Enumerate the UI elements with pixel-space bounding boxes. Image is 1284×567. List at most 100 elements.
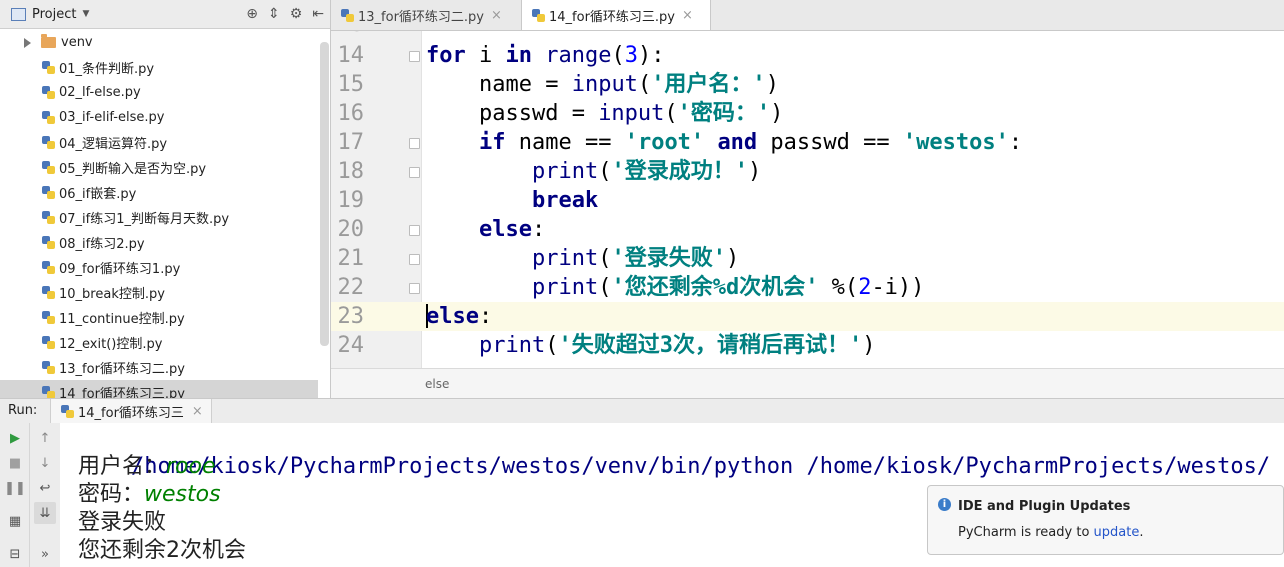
- code-text: break: [426, 186, 598, 215]
- breadcrumb-bar: else: [331, 368, 1284, 398]
- close-icon[interactable]: ×: [491, 8, 502, 23]
- code-token: -i)): [871, 275, 925, 300]
- tree-file[interactable]: 02_lf-else.py: [0, 80, 318, 105]
- code-token: '登录失败': [611, 246, 726, 271]
- fold-marker-icon[interactable]: [409, 51, 420, 62]
- collapse-icon[interactable]: ⇕: [268, 6, 280, 22]
- tree-file[interactable]: 06_if嵌套.py: [0, 180, 318, 205]
- fold-marker-icon[interactable]: [409, 138, 420, 149]
- tree-file[interactable]: 05_判断输入是否为空.py: [0, 155, 318, 180]
- tree-item-label: 11_continue控制.py: [59, 312, 185, 327]
- tree-file[interactable]: 10_break控制.py: [0, 280, 318, 305]
- pin-icon[interactable]: ⊟: [4, 543, 26, 565]
- code-line[interactable]: 18 print('登录成功！'): [331, 157, 1284, 186]
- tree-file[interactable]: 14_for循环练习三.py: [0, 380, 318, 398]
- code-token: '登录成功！': [611, 159, 748, 184]
- code-token: print: [531, 246, 599, 271]
- close-icon[interactable]: ×: [192, 404, 203, 419]
- code-line[interactable]: 22 print('您还剩余%d次机会' %(2-i)): [331, 273, 1284, 302]
- chevron-right-icon[interactable]: [24, 37, 31, 48]
- tree-item-label: 09_for循环练习1.py: [59, 262, 181, 277]
- code-text: for i in range(3):: [426, 41, 664, 70]
- arrow-up-icon[interactable]: ↑: [34, 427, 56, 449]
- locate-icon[interactable]: ⊕: [246, 6, 258, 22]
- code-token: ):: [637, 43, 665, 68]
- tree-file[interactable]: 08_if练习2.py: [0, 230, 318, 255]
- fold-marker-icon[interactable]: [409, 254, 420, 265]
- layout-icon[interactable]: ▦: [4, 510, 26, 532]
- fold-marker-icon[interactable]: [409, 167, 420, 178]
- tree-item-label: 01_条件判断.py: [59, 62, 155, 77]
- code-token: print: [531, 275, 599, 300]
- tab-13[interactable]: 13_for循环练习二.py ×: [331, 0, 521, 30]
- code-token: :: [531, 217, 546, 242]
- gear-icon[interactable]: ⚙: [290, 6, 303, 22]
- code-token: 'westos': [902, 130, 1009, 155]
- scroll-to-end-icon[interactable]: ⇊: [34, 502, 56, 524]
- fold-marker-icon[interactable]: [409, 225, 420, 236]
- code-line[interactable]: 24 print('失败超过3次，请稍后再试！'): [331, 331, 1284, 360]
- tree-file[interactable]: 13_for循环练习二.py: [0, 355, 318, 380]
- code-line[interactable]: 14 for i in range(3):: [331, 41, 1284, 70]
- python-file-icon: [42, 386, 55, 398]
- tab-14[interactable]: 14_for循环练习三.py ×: [521, 0, 711, 30]
- tree-file[interactable]: 01_条件判断.py: [0, 55, 318, 80]
- code-line[interactable]: 17 if name == 'root' and passwd == 'west…: [331, 128, 1284, 157]
- code-line[interactable]: 23 else:: [331, 302, 1284, 331]
- run-tab[interactable]: 14_for循环练习三 ×: [50, 399, 212, 423]
- line-number: 21: [337, 246, 365, 271]
- code-editor[interactable]: 13 14for i in range(3):15 name = input('…: [331, 31, 1284, 368]
- fold-marker-icon[interactable]: [409, 283, 420, 294]
- console-line: 您还剩余2次机会: [78, 538, 246, 563]
- tree-file[interactable]: 09_for循环练习1.py: [0, 255, 318, 280]
- line-number: 24: [337, 333, 365, 358]
- run-toolbar: ▶ ↑ ■ ↓ ❚❚ ↩ ▦ ⇊ ⊟ »: [0, 423, 60, 567]
- rerun-icon[interactable]: ▶: [4, 427, 26, 449]
- pause-icon[interactable]: ❚❚: [4, 477, 26, 499]
- update-link[interactable]: update: [1094, 525, 1140, 540]
- code-token: else: [478, 217, 532, 242]
- code-line[interactable]: 20 else:: [331, 215, 1284, 244]
- breadcrumb[interactable]: else: [425, 377, 449, 391]
- close-icon[interactable]: ×: [682, 8, 693, 23]
- tree-item-label: 02_lf-else.py: [59, 85, 141, 100]
- tree-file[interactable]: 03_if-elif-else.py: [0, 105, 318, 130]
- python-file-icon: [42, 86, 55, 99]
- arrow-down-icon[interactable]: ↓: [34, 452, 56, 474]
- project-title[interactable]: Project: [32, 7, 76, 22]
- code-token: '失败超过3次，请稍后再试！': [558, 333, 863, 358]
- code-line[interactable]: 19 break: [331, 186, 1284, 215]
- code-text: print('您还剩余%d次机会' %(2-i)): [426, 273, 924, 302]
- code-token: break: [531, 188, 599, 213]
- line-number: 15: [337, 72, 365, 97]
- tab-label: 13_for循环练习二.py: [358, 9, 484, 25]
- code-token: name =: [426, 72, 572, 97]
- tree-file[interactable]: 04_逻辑运算符.py: [0, 130, 318, 155]
- python-file-icon: [42, 61, 55, 74]
- chevron-down-icon[interactable]: ▼: [82, 9, 89, 19]
- code-token: '密码：': [677, 101, 771, 126]
- code-text: else:: [426, 302, 492, 331]
- code-token: 2: [858, 275, 872, 300]
- tree-file[interactable]: 12_exit()控制.py: [0, 330, 318, 355]
- user-input: rooe: [166, 454, 216, 479]
- soft-wrap-icon[interactable]: ↩: [34, 477, 56, 499]
- code-token: print: [478, 333, 546, 358]
- console-line: /home/kiosk/PycharmProjects/westos/venv/…: [78, 423, 1270, 479]
- tree-file[interactable]: 11_continue控制.py: [0, 305, 318, 330]
- code-token: input: [571, 72, 638, 97]
- tree-folder[interactable]: venv: [0, 30, 318, 55]
- tree-file[interactable]: 07_if练习1_判断每月天数.py: [0, 205, 318, 230]
- code-line[interactable]: 15 name = input('用户名：'): [331, 70, 1284, 99]
- stop-icon[interactable]: ■: [4, 452, 26, 474]
- hide-icon[interactable]: ⇤: [312, 6, 324, 22]
- more-icon[interactable]: »: [34, 543, 56, 565]
- project-toolbar: ⊕ ⇕ ⚙ ⇤: [246, 0, 324, 28]
- code-line[interactable]: 16 passwd = input('密码：'): [331, 99, 1284, 128]
- code-token: '您还剩余%d次机会': [611, 275, 819, 300]
- code-line[interactable]: 21 print('登录失败'): [331, 244, 1284, 273]
- project-scrollbar[interactable]: [320, 42, 329, 346]
